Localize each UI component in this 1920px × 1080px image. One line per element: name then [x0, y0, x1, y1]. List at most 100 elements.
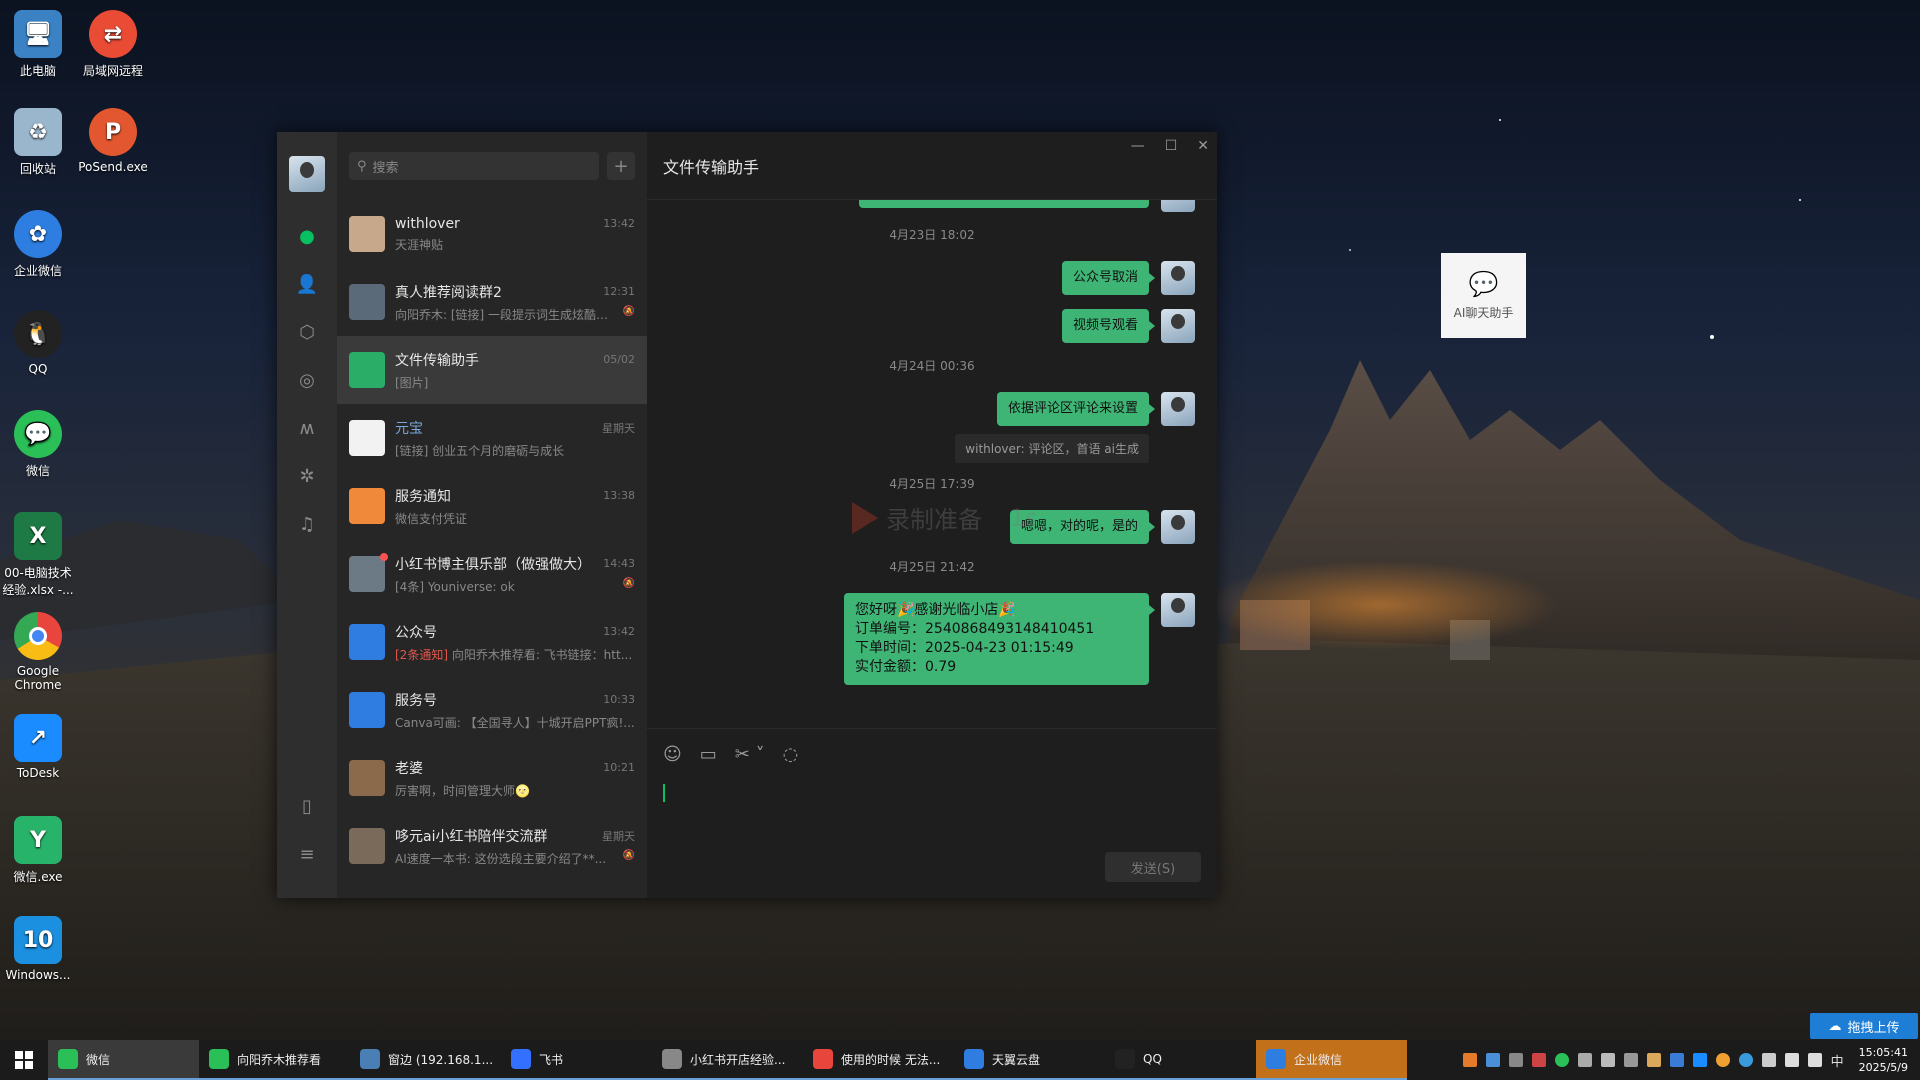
conversation-item[interactable]: withlover 13:42 天涯神贴 — [337, 200, 647, 268]
conversation-item[interactable]: 服务通知 13:38 微信支付凭证 — [337, 472, 647, 540]
desktop-icon-wecom[interactable]: ✿ 企业微信 — [2, 210, 74, 279]
scissors-icon[interactable]: ✂ ˅ — [735, 744, 765, 765]
network-icon[interactable] — [1784, 1053, 1799, 1067]
conversation-avatar — [349, 828, 385, 864]
posend-icon: P — [89, 108, 137, 156]
start-button[interactable] — [0, 1040, 48, 1080]
clock[interactable]: 15:05:41 2025/5/9 — [1859, 1045, 1908, 1076]
desktop-icon-lan-remote[interactable]: ⇄ 局域网远程 — [77, 10, 149, 79]
taskbar-item[interactable]: 使用的时候 无法... — [803, 1040, 954, 1080]
emoji-icon[interactable]: ☺ — [663, 744, 682, 765]
conversation-item[interactable]: 文件传输助手 05/02 [图片] — [337, 336, 647, 404]
conversation-preview: Canva可画: 【全国寻人】十城开启PPT疯!... — [395, 714, 635, 731]
tray-qq-icon[interactable] — [1761, 1053, 1776, 1067]
tray-cloud-icon[interactable] — [1485, 1053, 1500, 1067]
conversation-avatar — [349, 553, 388, 592]
message-bubble[interactable]: 公众号取消 — [1061, 261, 1156, 295]
desktop-icon-qq[interactable]: 🐧 QQ — [2, 310, 74, 376]
conversation-time: 星期天 — [602, 829, 635, 843]
conversation-item[interactable]: 真人推荐阅读群2 12:31 向阳乔木: [链接] 一段提示词生成炫酷知... 🔕 — [337, 268, 647, 336]
tray-telegram-icon[interactable] — [1738, 1053, 1753, 1067]
taskbar-item[interactable]: 天翼云盘 — [954, 1040, 1105, 1080]
taskbar-item-label: 窗边 (192.168.1... — [388, 1052, 494, 1067]
order-message-bubble[interactable]: 您好呀🎉感谢光临小店🎉 订单编号：2540868493148410451 下单时… — [844, 593, 1155, 685]
message-bubble[interactable]: 依据评论区评论来设置 — [996, 392, 1156, 426]
taskbar-app-icon — [1266, 1049, 1286, 1069]
desktop-icon-chrome[interactable]: Google Chrome — [2, 612, 74, 692]
tray-network-app-icon[interactable] — [1508, 1053, 1523, 1067]
tray-bluetooth-icon[interactable] — [1669, 1053, 1684, 1067]
tray-todesk-icon[interactable] — [1692, 1053, 1707, 1067]
channels-nav-icon[interactable]: ʍ — [293, 414, 321, 442]
favorites-nav-icon[interactable]: ⬡ — [293, 318, 321, 346]
music-nav-icon[interactable]: ♫ — [293, 510, 321, 538]
desktop-icon-todesk[interactable]: ↗ ToDesk — [2, 714, 74, 780]
message-avatar — [1161, 261, 1195, 295]
conversation-item[interactable]: 老婆 10:21 厉害啊，时间管理大师🌝 — [337, 744, 647, 812]
desktop-icon-recycle-bin[interactable]: ♻ 回收站 — [2, 108, 74, 177]
minimize-icon[interactable]: — — [1131, 138, 1145, 154]
message-bubble[interactable]: 视频号观看 — [1061, 309, 1156, 343]
tray-plane-icon[interactable] — [1600, 1053, 1615, 1067]
tray-wechat-icon[interactable] — [1554, 1053, 1569, 1067]
quoted-message[interactable]: withlover: 评论区，首语 ai生成 — [955, 434, 1149, 463]
phone-nav-icon[interactable]: ▯ — [293, 792, 321, 820]
conversation-preview: 微信支付凭证 — [395, 510, 467, 527]
message-bubble-partial[interactable] — [859, 200, 1149, 208]
taskbar-item[interactable]: 微信 — [48, 1040, 199, 1080]
maximize-icon[interactable]: ☐ — [1165, 138, 1178, 154]
mute-icon: 🔕 — [622, 577, 635, 589]
chat-history-icon[interactable]: ◌ — [783, 744, 799, 765]
conversation-item[interactable]: 服务号 10:33 Canva可画: 【全国寻人】十城开启PPT疯!... — [337, 676, 647, 744]
conversation-item[interactable]: 公众号 13:42 [2条通知] 向阳乔木推荐看: 飞书链接：htt... — [337, 608, 647, 676]
excel-icon: X — [14, 512, 62, 560]
desktop-icon-wechat-exe[interactable]: Y 微信.exe — [2, 816, 74, 885]
self-avatar[interactable] — [289, 156, 325, 192]
ime-indicator[interactable]: 中 — [1831, 1051, 1844, 1070]
remote-icon: ⇄ — [89, 10, 137, 58]
tray-cat-icon[interactable] — [1646, 1053, 1661, 1067]
taskbar-item[interactable]: QQ — [1105, 1040, 1256, 1080]
close-icon[interactable]: ✕ — [1197, 138, 1209, 154]
tray-search-icon[interactable] — [1623, 1053, 1638, 1067]
search-input[interactable]: ⚲ 搜索 — [349, 152, 599, 180]
taskbar-item[interactable]: 飞书 — [501, 1040, 652, 1080]
volume-icon[interactable] — [1807, 1053, 1822, 1067]
desktop-icon-this-pc[interactable]: 🖥 此电脑 — [2, 10, 74, 79]
computer-icon: 🖥 — [14, 10, 62, 58]
mini-programs-nav-icon[interactable]: ✲ — [293, 462, 321, 490]
drag-upload-button[interactable]: ☁ 拖拽上传 — [1810, 1013, 1918, 1039]
tray-send-icon[interactable] — [1577, 1053, 1592, 1067]
message-list[interactable]: 4月23日 18:02 公众号取消 视频号观看 4月24日 00:36 依据评论区评论来… — [647, 200, 1217, 728]
add-button[interactable]: + — [607, 152, 635, 180]
message-timestamp: 4月24日 00:36 — [889, 359, 975, 373]
menu-nav-icon[interactable]: ≡ — [293, 840, 321, 868]
taskbar-item[interactable]: 窗边 (192.168.1... — [350, 1040, 501, 1080]
ai-chat-assistant-widget[interactable]: 💬 AI聊天助手 — [1441, 253, 1526, 338]
wechat-bubble-icon: 💬 — [1468, 270, 1499, 298]
message-avatar — [1161, 510, 1195, 544]
message-bubble[interactable]: 嗯嗯，对的呢，是的 — [1009, 510, 1156, 544]
chat-nav-icon[interactable]: ● — [293, 222, 321, 250]
conversation-time: 13:42 — [603, 625, 635, 638]
conversation-item[interactable]: 小红书博主俱乐部（做强做大） 14:43 [4条] Youniverse: ok 🔕 — [337, 540, 647, 608]
desktop-icon-windows10[interactable]: 10 Windows... — [2, 916, 74, 982]
taskbar-item[interactable]: 小红书开店经验... — [652, 1040, 803, 1080]
tray-app-icon[interactable] — [1462, 1053, 1477, 1067]
moments-nav-icon[interactable]: ◎ — [293, 366, 321, 394]
tray-security-icon[interactable] — [1531, 1053, 1546, 1067]
message-input[interactable]: 发送(S) — [647, 780, 1217, 898]
folder-icon[interactable]: ▭ — [700, 744, 717, 765]
contacts-nav-icon[interactable]: 👤 — [293, 270, 321, 298]
conversation-item[interactable]: 哆元ai小红书陪伴交流群 星期天 AI速度一本书: 这份选段主要介绍了**... 🔕 — [337, 812, 647, 880]
desktop-icon-wechat[interactable]: 💬 微信 — [2, 410, 74, 479]
desktop-icon-posend[interactable]: P PoSend.exe — [77, 108, 149, 174]
conversation-preview: AI速度一本书: 这份选段主要介绍了**... — [395, 850, 606, 867]
taskbar-item[interactable]: 向阳乔木推荐看 — [199, 1040, 350, 1080]
desktop-icon-excel[interactable]: X 00-电脑技术经验.xlsx -... — [2, 512, 74, 598]
taskbar-item[interactable]: 企业微信 — [1256, 1040, 1407, 1080]
tray-find-icon[interactable] — [1715, 1053, 1730, 1067]
conversation-name: 小红书博主俱乐部（做强做大） — [395, 556, 591, 573]
conversation-item[interactable]: 元宝 星期天 [链接] 创业五个月的磨砺与成长 — [337, 404, 647, 472]
send-button[interactable]: 发送(S) — [1105, 852, 1201, 882]
